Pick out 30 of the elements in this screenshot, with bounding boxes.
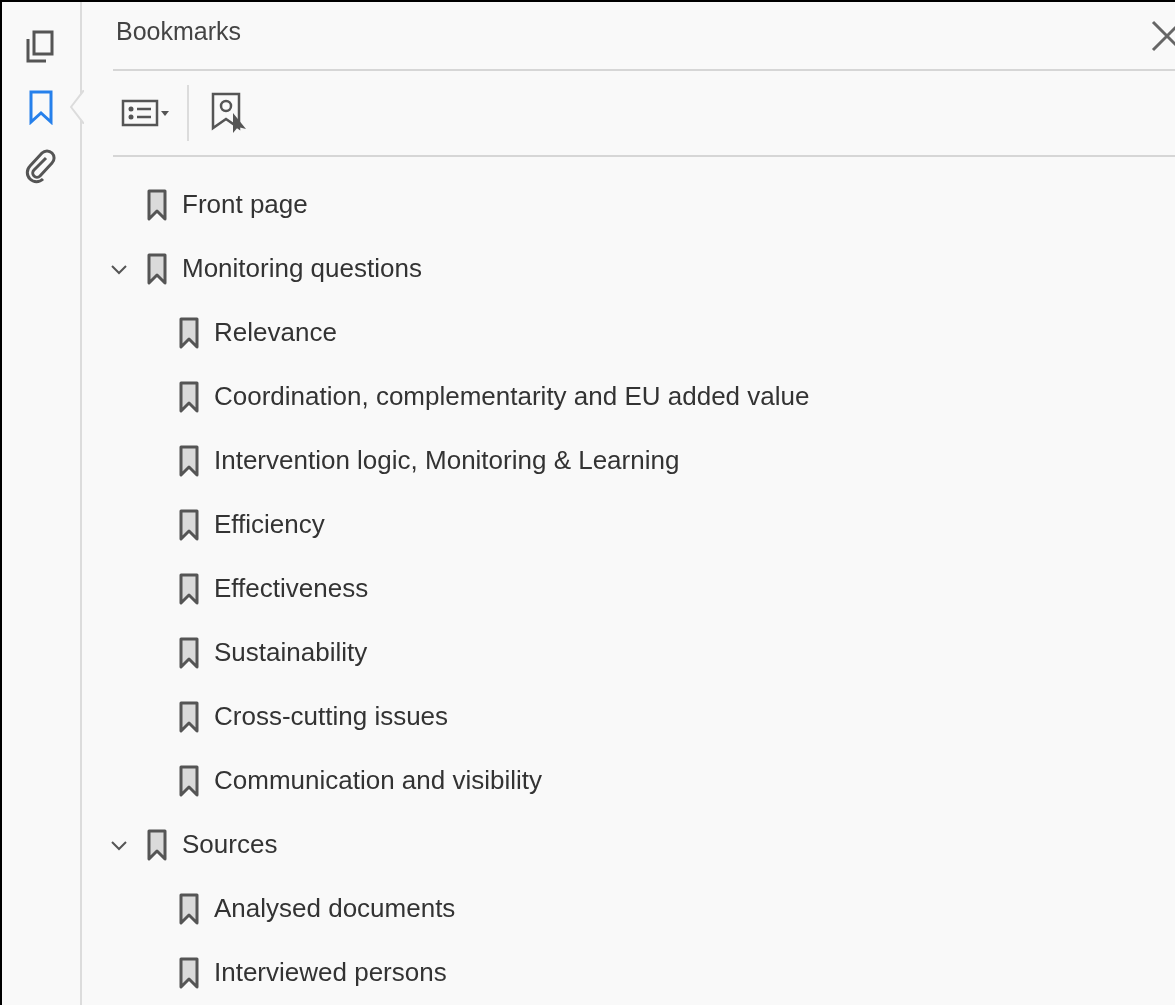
bookmark-icon: [178, 316, 200, 350]
bookmark-icon: [146, 828, 168, 862]
panel-title: Bookmarks: [115, 15, 242, 47]
bookmark-icon: [178, 380, 200, 414]
bookmark-label[interactable]: Sustainability: [214, 633, 368, 673]
bookmark-label[interactable]: Effectiveness: [214, 569, 369, 609]
bookmark-label[interactable]: Communication and visibility: [214, 761, 543, 801]
bookmark-label[interactable]: Front page: [182, 185, 308, 225]
bookmark-label[interactable]: Intervention logic, Monitoring & Learning: [214, 441, 680, 481]
bookmark-label[interactable]: Analysed documents: [214, 889, 456, 929]
bookmark-icon: [178, 892, 200, 926]
bookmark-icon: [178, 444, 200, 478]
bookmark-label[interactable]: Cross-cutting issues: [214, 697, 449, 737]
bookmark-icon: [178, 508, 200, 542]
list-options-icon: [121, 97, 171, 128]
bookmark-label[interactable]: Efficiency: [214, 505, 325, 545]
bookmark-icon: [146, 252, 168, 286]
bookmark-label[interactable]: Coordination, complementarity and EU added value: [214, 377, 810, 417]
bookmark-icon: [178, 956, 200, 990]
bookmark-icon: [178, 764, 200, 798]
bookmark-icon: [178, 572, 200, 606]
bookmark-icon: [178, 636, 200, 670]
bookmark-label[interactable]: Interviewed persons: [214, 953, 447, 993]
bookmark-icon: [146, 188, 168, 222]
bookmark-label[interactable]: Sources: [182, 825, 278, 865]
paperclip-icon: [24, 149, 58, 185]
bookmark-label[interactable]: Relevance: [214, 313, 337, 353]
close-icon: [1150, 19, 1175, 53]
bookmark-icon: [178, 700, 200, 734]
bookmark-label[interactable]: Monitoring questions: [182, 249, 422, 289]
